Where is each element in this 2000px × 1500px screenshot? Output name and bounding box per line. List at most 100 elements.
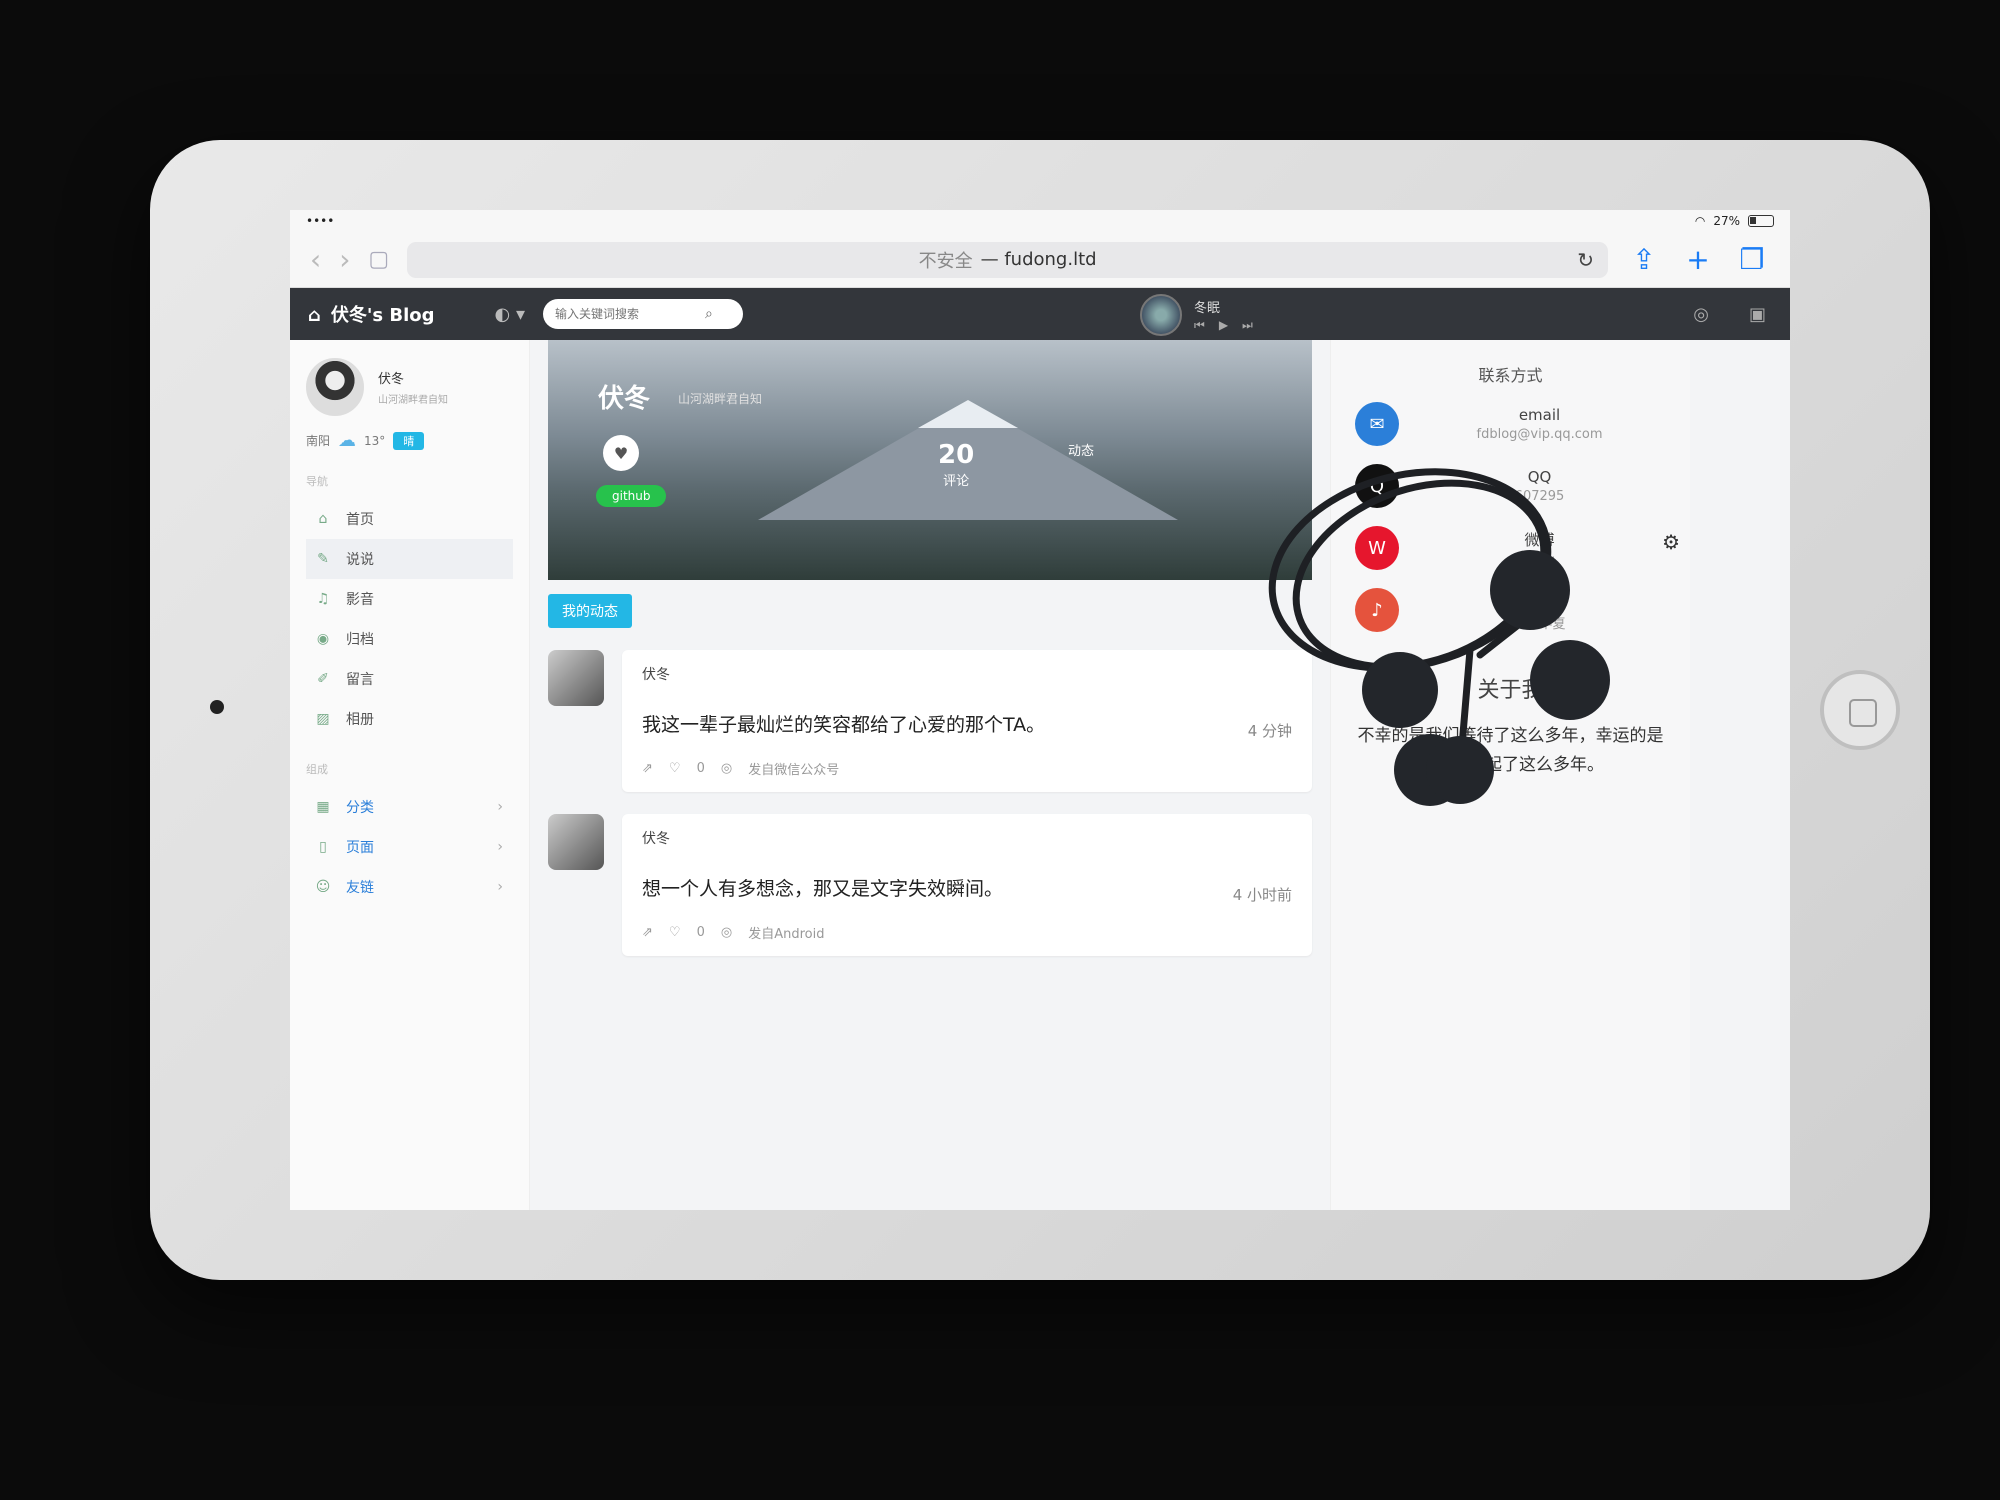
sidebar-item-guestbook[interactable]: ✐ 留言: [306, 659, 513, 699]
weibo-icon[interactable]: W: [1355, 526, 1399, 570]
post-time: 4 分钟: [1247, 722, 1292, 740]
stat-label: 动态: [1068, 444, 1095, 459]
sidebar-item-label: 分类: [346, 800, 374, 816]
new-tab-icon[interactable]: +: [1680, 243, 1716, 276]
mail-icon[interactable]: ✉: [1355, 402, 1399, 446]
source-icon: ◎: [720, 925, 733, 940]
post-card: 伏冬 想一个人有多想念，那又是文字失效瞬间。 4 小时前 ⇗ ♡ 0 ◎ 发自A…: [622, 814, 1312, 956]
list-item: 伏冬 想一个人有多想念，那又是文字失效瞬间。 4 小时前 ⇗ ♡ 0 ◎ 发自A…: [548, 814, 1312, 956]
post-text: 想一个人有多想念，那又是文字失效瞬间。: [642, 878, 1004, 900]
sidebar-item-talk[interactable]: ✎ 说说: [306, 539, 513, 579]
cloud-icon: ☁: [338, 430, 357, 451]
front-camera: [210, 700, 224, 714]
tab-my-posts[interactable]: 我的动态: [548, 594, 632, 628]
tabs-icon[interactable]: ❐: [1734, 243, 1770, 276]
image-icon: ▨: [316, 711, 330, 727]
about-title: 关于我: [1477, 678, 1544, 703]
status-bar: •••• ◠ 27%: [290, 210, 1790, 232]
list-item: 伏冬 我这一辈子最灿烂的笑容都给了心爱的那个TA。 4 分钟 ⇗ ♡ 0 ◎ 发…: [548, 650, 1312, 792]
home-icon: ⌂: [318, 511, 328, 527]
battery-percent: 27%: [1713, 214, 1740, 228]
music-icon: ♫: [316, 591, 330, 607]
bookmarks-icon[interactable]: ▢: [368, 247, 389, 272]
share-icon[interactable]: ⇗: [642, 761, 653, 776]
netease-music-icon[interactable]: ♪: [1355, 588, 1399, 632]
sidebar-item-label: 友链: [346, 880, 374, 896]
message-icon[interactable]: ▣: [1749, 304, 1766, 325]
previous-track-icon[interactable]: ⏮: [1194, 318, 1205, 333]
battery-icon: [1748, 215, 1774, 227]
cover-banner: 伏冬 山河湖畔君自知 ♥ github 20 评论 动态: [548, 340, 1312, 580]
chat-icon: ✎: [317, 551, 329, 567]
heart-icon[interactable]: ♡: [669, 925, 681, 940]
about-text: 不幸的是我们等待了这么多年，幸运的是我们在一起了这么多年。: [1357, 726, 1664, 775]
carrier-indicator: ••••: [306, 214, 335, 228]
sidebar-item-label: 首页: [346, 512, 374, 528]
avatar[interactable]: [548, 814, 604, 870]
like-button[interactable]: ♥: [603, 435, 639, 471]
browser-toolbar: ‹ › ▢ 不安全 — fudong.ltd ↻ ⇪ + ❐: [290, 232, 1790, 288]
contact-row[interactable]: W 微博 sang: [1355, 526, 1666, 570]
sidebar-item-categories[interactable]: ▦ 分类 ›: [306, 787, 513, 827]
github-button[interactable]: github: [596, 485, 667, 507]
play-icon[interactable]: ▶: [1219, 318, 1228, 333]
sidebar-item-album[interactable]: ▨ 相册: [306, 699, 513, 739]
main-content: 伏冬 山河湖畔君自知 ♥ github 20 评论 动态 我的动态 伏冬 我这一…: [530, 340, 1330, 1210]
sidebar-item-media[interactable]: ♫ 影音: [306, 579, 513, 619]
view-icon[interactable]: ◎: [1693, 304, 1709, 325]
mountain-snowcap: [918, 400, 1018, 428]
reload-icon[interactable]: ↻: [1577, 248, 1594, 272]
qq-icon[interactable]: Q: [1355, 464, 1399, 508]
archive-icon: ◉: [316, 631, 330, 647]
music-player: 冬眠 ⏮ ▶ ⏭: [1140, 294, 1253, 336]
cover-name: 伏冬: [598, 384, 651, 414]
next-track-icon[interactable]: ⏭: [1242, 318, 1253, 333]
url-separator: —: [980, 249, 1005, 270]
contact-label: QQ: [1527, 468, 1552, 486]
contact-title: 联系方式: [1478, 366, 1543, 385]
chevron-right-icon: ›: [497, 799, 503, 815]
search-input[interactable]: [555, 307, 705, 321]
gear-icon[interactable]: ⚙: [1662, 530, 1680, 554]
back-icon[interactable]: ‹: [310, 243, 321, 276]
cover-motto: 山河湖畔君自知: [678, 392, 763, 406]
sidebar-item-pages[interactable]: ▯ 页面 ›: [306, 827, 513, 867]
heart-icon[interactable]: ♡: [669, 761, 681, 776]
blog-header: ⌂ 伏冬's Blog ◐ ▾ ⌕ 冬眠 ⏮ ▶ ⏭ ◎: [290, 288, 1790, 340]
contact-value: sang: [1523, 552, 1556, 568]
sidebar-item-archive[interactable]: ◉ 归档: [306, 619, 513, 659]
contact-row[interactable]: ♪ 云音乐 伏冬半夏: [1355, 588, 1666, 632]
post-author[interactable]: 伏冬: [642, 664, 1292, 684]
address-bar[interactable]: 不安全 — fudong.ltd ↻: [407, 241, 1608, 278]
sidebar-item-label: 说说: [346, 552, 374, 568]
share-icon[interactable]: ⇪: [1626, 243, 1662, 276]
contact-row[interactable]: ✉ email fdblog@vip.qq.com: [1355, 402, 1666, 446]
contact-row[interactable]: Q QQ 607295: [1355, 464, 1666, 508]
sidebar-item-label: 影音: [346, 592, 374, 608]
sidebar-item-label: 归档: [346, 632, 374, 648]
avatar[interactable]: [548, 650, 604, 706]
contact-info: email fdblog@vip.qq.com: [1413, 406, 1666, 442]
palette-icon[interactable]: ◐ ▾: [495, 304, 525, 325]
wifi-icon: ◠: [1694, 214, 1706, 228]
blog-logo[interactable]: ⌂ 伏冬's Blog: [308, 301, 435, 327]
stat-comments: 20 评论: [938, 440, 974, 489]
sidebar-item-home[interactable]: ⌂ 首页: [306, 499, 513, 539]
album-cover[interactable]: [1140, 294, 1182, 336]
tab-bar: 我的动态: [548, 594, 1312, 628]
forward-icon[interactable]: ›: [339, 243, 350, 276]
contact-info: QQ 607295: [1413, 468, 1666, 504]
search-box[interactable]: ⌕: [543, 299, 743, 329]
home-button[interactable]: [1820, 670, 1900, 750]
blog-title: 伏冬's Blog: [330, 305, 435, 326]
tablet-device: •••• ◠ 27% ‹ › ▢ 不安全 — fudong.ltd ↻ ⇪ + …: [150, 140, 1930, 1280]
search-icon[interactable]: ⌕: [705, 306, 713, 322]
sidebar-item-links[interactable]: ☺ 友链 ›: [306, 867, 513, 907]
contact-label: 云音乐: [1516, 590, 1562, 609]
profile-card[interactable]: 伏冬 山河湖畔君自知: [306, 358, 513, 416]
share-icon[interactable]: ⇗: [642, 925, 653, 940]
post-author[interactable]: 伏冬: [642, 828, 1292, 848]
post-text: 我这一辈子最灿烂的笑容都给了心爱的那个TA。: [642, 714, 1046, 736]
contact-info: 云音乐 伏冬半夏: [1413, 589, 1666, 632]
avatar[interactable]: [306, 358, 364, 416]
